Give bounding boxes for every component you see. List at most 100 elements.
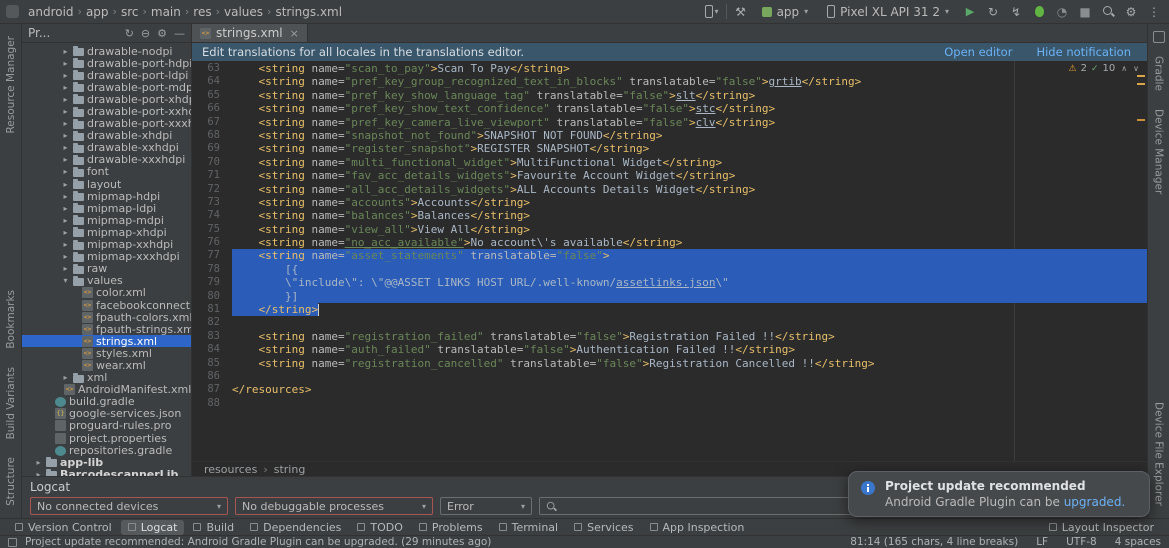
code-line-86[interactable]: 86 xyxy=(192,370,1147,383)
code-line-81[interactable]: 81 </string> xyxy=(192,303,1147,316)
tree-item-mipmap-xxhdpi[interactable]: ▸mipmap-xxhdpi xyxy=(22,239,191,251)
collapse-all-icon[interactable]: ⊖ xyxy=(141,27,150,40)
chevron-right-icon[interactable]: ▸ xyxy=(61,264,70,273)
stop-button[interactable]: ■ xyxy=(1076,3,1094,21)
toolwindow-button-build[interactable]: Build xyxy=(186,520,241,535)
code-line-82[interactable]: 82 xyxy=(192,316,1147,329)
tree-item-font[interactable]: ▸font xyxy=(22,166,191,178)
tree-item-drawable-xhdpi[interactable]: ▸drawable-xhdpi xyxy=(22,130,191,142)
chevron-right-icon[interactable]: ▸ xyxy=(61,252,70,261)
code-line-76[interactable]: 76 <string name="no_acc_available">No ac… xyxy=(192,236,1147,249)
device-select[interactable]: Pixel XL API 31 2▾ xyxy=(820,4,956,20)
tree-item-app-lib[interactable]: ▸app-lib xyxy=(22,456,191,468)
tree-item-layout[interactable]: ▸layout xyxy=(22,178,191,190)
chevron-right-icon[interactable]: ▸ xyxy=(61,240,70,249)
tree-item-fpauth-colors-xml[interactable]: fpauth-colors.xml xyxy=(22,311,191,323)
tree-item-repositories-gradle[interactable]: repositories.gradle xyxy=(22,444,191,456)
chevron-right-icon[interactable]: ▸ xyxy=(61,107,70,116)
inspections-widget[interactable]: ⚠ 2 ✓ 10 ∧ ∨ xyxy=(1069,63,1139,74)
code-line-64[interactable]: 64 <string name="pref_key_group_recogniz… xyxy=(192,75,1147,88)
breadcrumb-item-values[interactable]: values xyxy=(221,5,266,19)
prev-issue-icon[interactable]: ∧ xyxy=(1121,64,1127,73)
chevron-right-icon[interactable]: ▸ xyxy=(61,204,70,213)
tree-item-build-gradle[interactable]: build.gradle xyxy=(22,396,191,408)
toolwindow-button-terminal[interactable]: Terminal xyxy=(492,520,566,535)
tree-item-proguard-rules-pro[interactable]: proguard-rules.pro xyxy=(22,420,191,432)
logcat-filter-no-debuggable-processes[interactable]: No debuggable processes▾ xyxy=(235,497,433,515)
banner-action-open-editor[interactable]: Open editor xyxy=(944,45,1012,59)
code-line-63[interactable]: 63 <string name="scan_to_pay">Scan To Pa… xyxy=(192,62,1147,75)
code-line-84[interactable]: 84 <string name="auth_failed" translatab… xyxy=(192,343,1147,356)
tree-item-google-services-json[interactable]: google-services.json xyxy=(22,408,191,420)
toolwindow-button-services[interactable]: Services xyxy=(567,520,640,535)
toolwindow-button-todo[interactable]: TODO xyxy=(350,520,410,535)
tree-item-styles-xml[interactable]: styles.xml xyxy=(22,347,191,359)
code-line-83[interactable]: 83 <string name="registration_failed" tr… xyxy=(192,330,1147,343)
run-button[interactable]: ▶ xyxy=(961,3,979,21)
tree-item-drawable-port-hdpi[interactable]: ▸drawable-port-hdpi xyxy=(22,57,191,69)
code-line-66[interactable]: 66 <string name="pref_key_show_text_conf… xyxy=(192,102,1147,115)
upgrade-link[interactable]: upgraded. xyxy=(1064,495,1126,509)
tree-item-color-xml[interactable]: color.xml xyxy=(22,287,191,299)
code-line-65[interactable]: 65 <string name="pref_key_show_language_… xyxy=(192,89,1147,102)
build-hammer-button[interactable]: ⚒ xyxy=(732,3,750,21)
toolwindow-button-app-inspection[interactable]: App Inspection xyxy=(643,520,752,535)
tree-item-xml[interactable]: ▸xml xyxy=(22,372,191,384)
code-line-87[interactable]: 87</resources> xyxy=(192,383,1147,396)
breadcrumb-item-src[interactable]: src xyxy=(118,5,142,19)
code-line-67[interactable]: 67 <string name="pref_key_camera_live_vi… xyxy=(192,116,1147,129)
tree-item-project-properties[interactable]: project.properties xyxy=(22,432,191,444)
code-line-69[interactable]: 69 <string name="register_snapshot">REGI… xyxy=(192,142,1147,155)
breadcrumb-item-app[interactable]: app xyxy=(83,5,112,19)
code-line-71[interactable]: 71 <string name="fav_acc_details_widgets… xyxy=(192,169,1147,182)
logcat-filter-no-connected-devices[interactable]: No connected devices▾ xyxy=(30,497,228,515)
tree-item-mipmap-xxxhdpi[interactable]: ▸mipmap-xxxhdpi xyxy=(22,251,191,263)
tree-item-barcodescannerlib[interactable]: ▸BarcodescannerLib xyxy=(22,468,191,476)
chevron-right-icon[interactable]: ▸ xyxy=(61,71,70,80)
apply-code-changes-button[interactable]: ↯ xyxy=(1007,3,1025,21)
status-line-separator[interactable]: LF xyxy=(1036,536,1048,548)
chevron-right-icon[interactable]: ▸ xyxy=(61,167,70,176)
toolwindow-structure[interactable]: Structure xyxy=(5,457,17,506)
run-configuration-select[interactable]: app▾ xyxy=(755,4,816,20)
tree-item-drawable-port-xxxhdpi[interactable]: ▸drawable-port-xxxhdpi xyxy=(22,118,191,130)
apply-changes-button[interactable]: ↻ xyxy=(984,3,1002,21)
tree-item-values[interactable]: ▾values xyxy=(22,275,191,287)
tree-item-drawable-port-xxhdpi[interactable]: ▸drawable-port-xxhdpi xyxy=(22,105,191,117)
chevron-right-icon[interactable]: ▸ xyxy=(61,228,70,237)
chevron-right-icon[interactable]: ▸ xyxy=(61,131,70,140)
tree-item-mipmap-hdpi[interactable]: ▸mipmap-hdpi xyxy=(22,190,191,202)
status-indentation[interactable]: 4 spaces xyxy=(1115,536,1161,548)
next-issue-icon[interactable]: ∨ xyxy=(1133,64,1139,73)
code-line-85[interactable]: 85 <string name="registration_cancelled"… xyxy=(192,357,1147,370)
toolwindow-button-layout-inspector[interactable]: Layout Inspector xyxy=(1042,520,1161,535)
chevron-down-icon[interactable]: ▾ xyxy=(61,276,70,285)
tree-item-strings-xml[interactable]: strings.xml xyxy=(22,335,191,347)
chevron-right-icon[interactable]: ▸ xyxy=(61,83,70,92)
chevron-right-icon[interactable]: ▸ xyxy=(61,95,70,104)
breadcrumb-item-strings-xml[interactable]: strings.xml xyxy=(272,5,345,19)
tree-item-drawable-nodpi[interactable]: ▸drawable-nodpi xyxy=(22,45,191,57)
toolwindow-resource-manager[interactable]: Resource Manager xyxy=(5,36,17,134)
refresh-icon[interactable]: ↻ xyxy=(125,27,134,40)
chevron-right-icon[interactable]: ▸ xyxy=(34,458,43,467)
breadcrumb-item-android[interactable]: android xyxy=(25,5,77,19)
code-line-80[interactable]: 80 }] xyxy=(192,290,1147,303)
tree-item-mipmap-mdpi[interactable]: ▸mipmap-mdpi xyxy=(22,214,191,226)
editor-breadcrumb-resources[interactable]: resources xyxy=(204,463,257,476)
tree-item-facebookconnect-xml[interactable]: facebookconnect.xml xyxy=(22,299,191,311)
chevron-right-icon[interactable]: ▸ xyxy=(61,47,70,56)
tree-item-drawable-xxhdpi[interactable]: ▸drawable-xxhdpi xyxy=(22,142,191,154)
toolwindow-build-variants[interactable]: Build Variants xyxy=(5,367,17,439)
chevron-right-icon[interactable]: ▸ xyxy=(61,192,70,201)
tree-item-drawable-port-ldpi[interactable]: ▸drawable-port-ldpi xyxy=(22,69,191,81)
code-editor[interactable]: ⚠ 2 ✓ 10 ∧ ∨ 63 <string name="scan_to_pa… xyxy=(192,61,1147,461)
code-line-72[interactable]: 72 <string name="all_acc_details_widgets… xyxy=(192,183,1147,196)
chevron-right-icon[interactable]: ▸ xyxy=(61,373,70,382)
code-line-70[interactable]: 70 <string name="multi_functional_widget… xyxy=(192,156,1147,169)
code-line-78[interactable]: 78 [{ xyxy=(192,263,1147,276)
notification-balloon[interactable]: Project update recommended Android Gradl… xyxy=(848,471,1150,517)
tree-item-raw[interactable]: ▸raw xyxy=(22,263,191,275)
status-caret-position[interactable]: 81:14 (165 chars, 4 line breaks) xyxy=(850,536,1018,548)
toolwindow-button-logcat[interactable]: Logcat xyxy=(121,520,185,535)
